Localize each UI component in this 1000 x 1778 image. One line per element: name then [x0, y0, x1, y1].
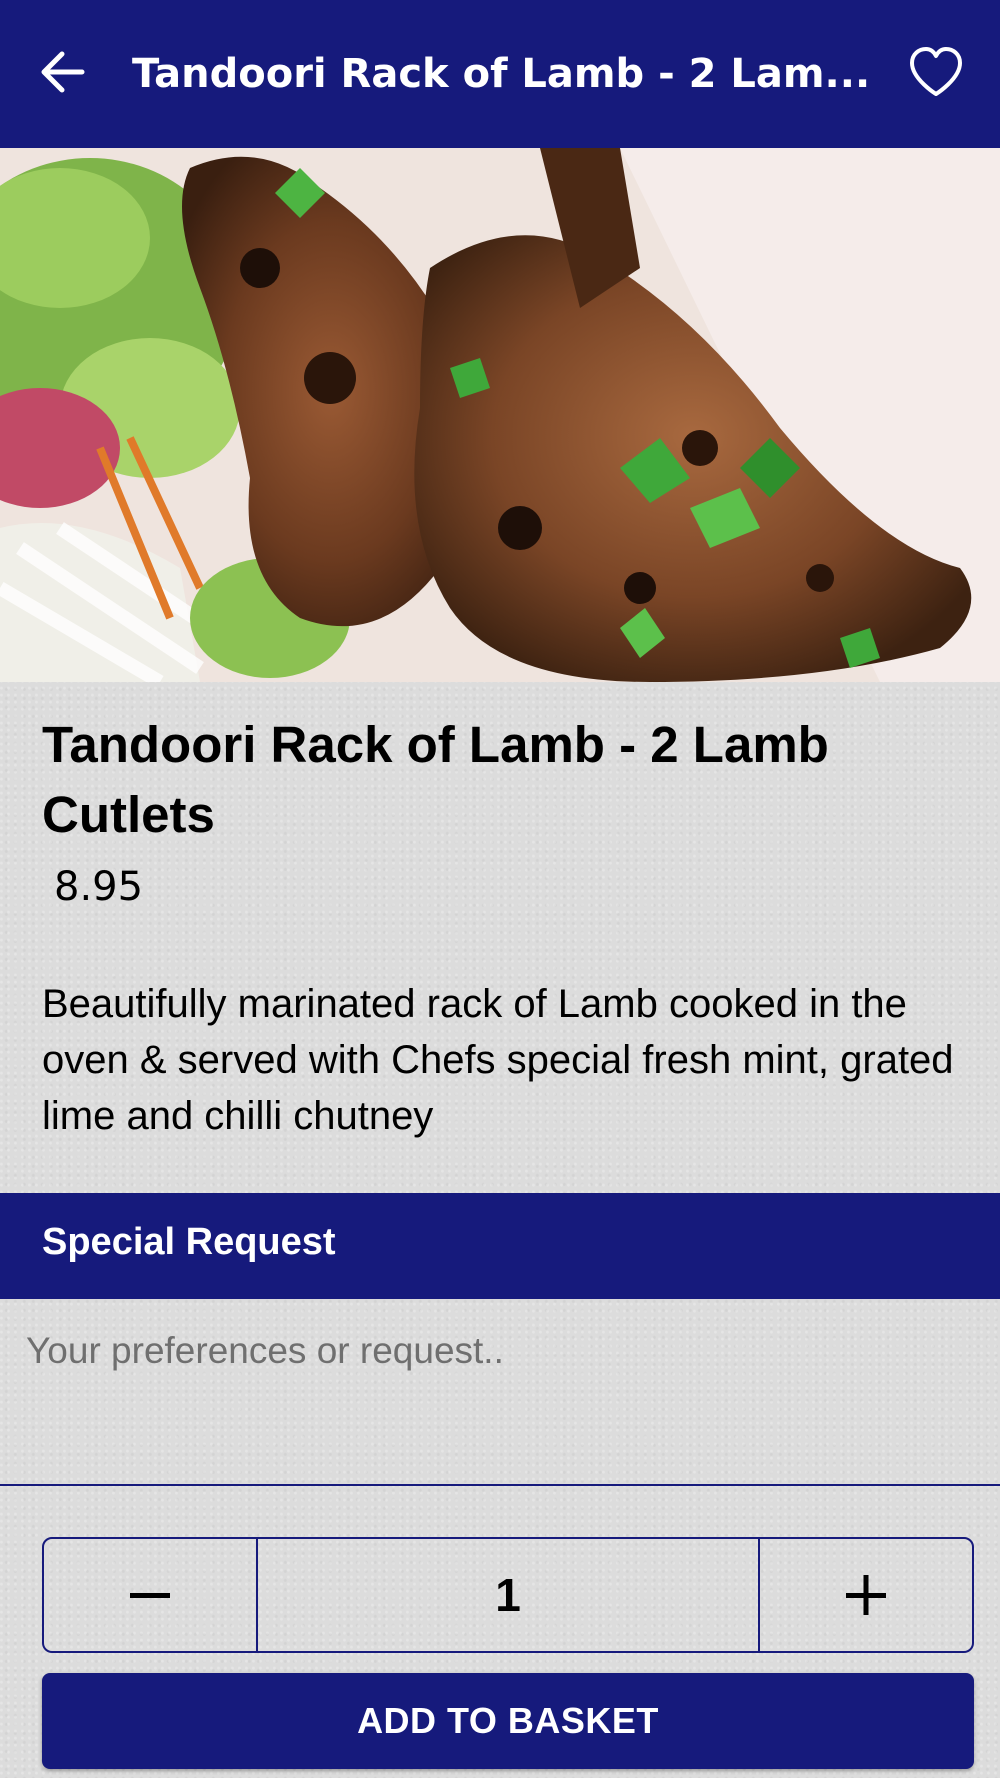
add-to-basket-label: ADD TO BASKET: [357, 1700, 659, 1741]
special-request-title: Special Request: [42, 1221, 336, 1263]
page-title: Tandoori Rack of Lamb - 2 Lam...: [132, 51, 871, 97]
special-request-input[interactable]: [0, 1300, 1000, 1486]
special-request-header: Special Request: [0, 1193, 1000, 1299]
back-button[interactable]: [36, 44, 92, 100]
minus-icon: [130, 1593, 170, 1598]
item-price: 8.95: [54, 864, 144, 910]
add-to-basket-button[interactable]: ADD TO BASKET: [42, 1673, 974, 1769]
increase-quantity-button[interactable]: [758, 1539, 972, 1651]
product-detail-page: Tandoori Rack of Lamb - 2 Lam... Tandoor…: [0, 0, 1000, 1778]
decrease-quantity-button[interactable]: [44, 1539, 258, 1651]
plus-icon: [846, 1575, 886, 1615]
item-name: Tandoori Rack of Lamb - 2 Lamb Cutlets: [42, 716, 829, 843]
arrow-left-icon: [41, 51, 85, 93]
quantity-stepper: 1: [42, 1537, 974, 1653]
quantity-value: 1: [495, 1569, 521, 1621]
product-image: [0, 148, 1000, 682]
favorite-button[interactable]: [906, 44, 966, 100]
item-description: Beautifully marinated rack of Lamb cooke…: [42, 982, 954, 1138]
top-app-bar: Tandoori Rack of Lamb - 2 Lam...: [0, 0, 1000, 148]
heart-outline-icon: [910, 47, 962, 96]
